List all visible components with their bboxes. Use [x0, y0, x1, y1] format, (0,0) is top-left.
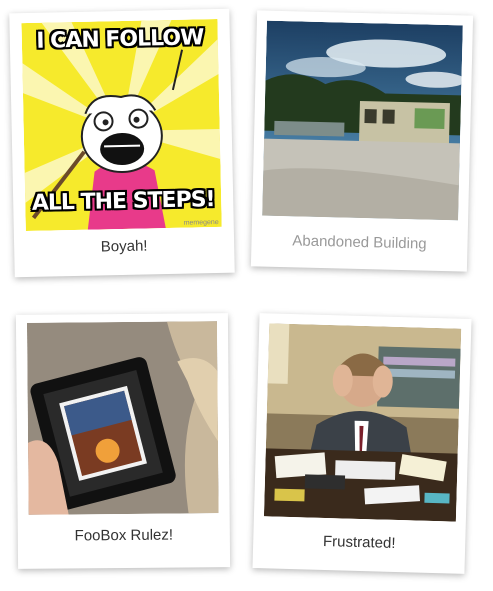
caption-frustrated: Frustrated!: [322, 532, 396, 552]
abandoned-building-image[interactable]: [262, 20, 463, 221]
meme-watermark: memegene: [183, 218, 219, 227]
meme-image[interactable]: I CAN FOLLOW ALL THE STEPS! memegene: [21, 18, 222, 232]
caption-abandoned-building: Abandoned Building: [292, 232, 427, 253]
gallery-item-frustrated[interactable]: Frustrated!: [252, 313, 472, 574]
tablet-image[interactable]: [26, 321, 219, 515]
meme-top-text: I CAN FOLLOW: [36, 25, 204, 54]
caption-foobox: FooBox Rulez!: [74, 526, 174, 545]
gallery-item-abandoned-building[interactable]: Abandoned Building: [250, 10, 474, 272]
frustrated-image[interactable]: [263, 323, 462, 522]
gallery-item-foobox[interactable]: FooBox Rulez!: [15, 313, 231, 569]
caption-boyah: Boyah!: [100, 237, 148, 256]
photo-gallery: I CAN FOLLOW ALL THE STEPS! memegene Boy…: [0, 0, 493, 591]
gallery-item-boyah[interactable]: I CAN FOLLOW ALL THE STEPS! memegene Boy…: [9, 8, 235, 278]
meme-bottom-text: ALL THE STEPS!: [31, 187, 215, 216]
